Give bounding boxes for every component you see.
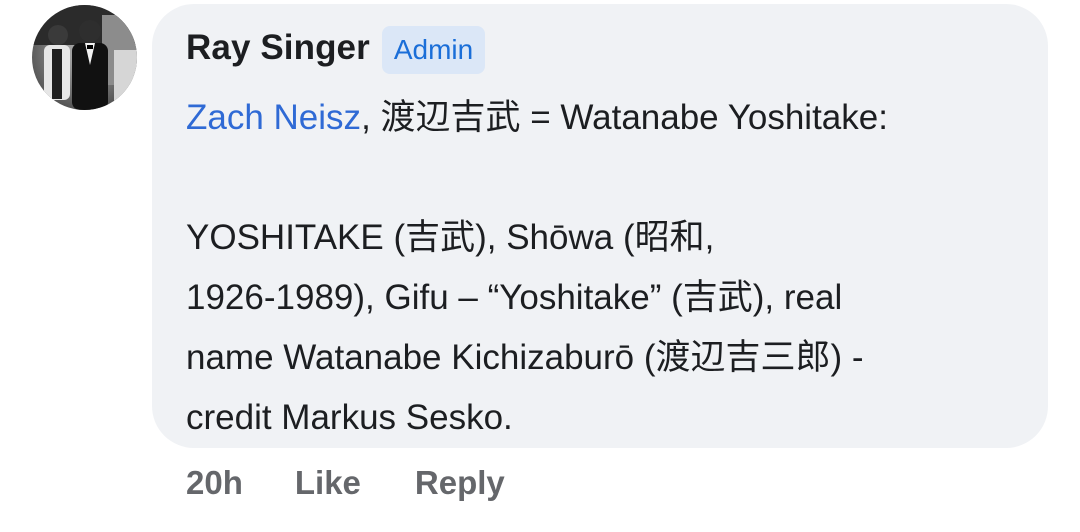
comment-line-1: Zach Neisz, 渡辺吉武 = Watanabe Yoshitake: <box>186 88 1036 148</box>
avatar[interactable] <box>32 5 137 110</box>
comment-actions: 20h Like Reply <box>186 464 505 502</box>
comment: Ray Singer Admin Zach Neisz, 渡辺吉武 = Wata… <box>0 0 1080 532</box>
comment-line-3: 1926-1989), Gifu – “Yoshitake” (吉武), rea… <box>186 278 843 317</box>
comment-line-1-text: , 渡辺吉武 = Watanabe Yoshitake: <box>361 98 888 137</box>
admin-badge: Admin <box>381 26 486 74</box>
comment-bubble: Ray Singer Admin Zach Neisz, 渡辺吉武 = Wata… <box>152 4 1048 448</box>
comment-text: Zach Neisz, 渡辺吉武 = Watanabe Yoshitake: Y… <box>186 88 1036 448</box>
reply-button[interactable]: Reply <box>415 464 505 502</box>
like-button[interactable]: Like <box>295 464 361 502</box>
comment-line-4: name Watanabe Kichizaburō (渡辺吉三郎) - <box>186 338 864 377</box>
author-row: Ray Singer Admin <box>186 22 486 74</box>
author-name[interactable]: Ray Singer <box>186 28 370 68</box>
profile-photo-icon <box>32 5 137 110</box>
comment-line-5: credit Markus Sesko. <box>186 398 513 437</box>
timestamp[interactable]: 20h <box>186 464 243 502</box>
comment-line-2: YOSHITAKE (吉武), Shōwa (昭和, <box>186 218 715 257</box>
mention-link[interactable]: Zach Neisz <box>186 98 361 137</box>
